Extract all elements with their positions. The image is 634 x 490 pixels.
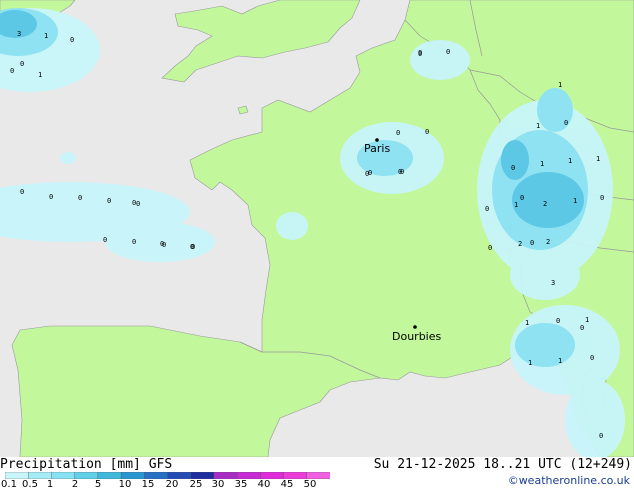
precip-value-label: 1 xyxy=(558,357,562,365)
precip-value-label: 0 xyxy=(78,194,82,202)
color-bar-segment xyxy=(74,472,99,479)
precip-value-label: 0 xyxy=(20,188,24,196)
credit-link[interactable]: ©weatheronline.co.uk xyxy=(508,474,630,487)
color-bar-tick: 45 xyxy=(280,479,294,490)
precip-value-label: 2 xyxy=(546,238,550,246)
precip-value-label: 1 xyxy=(536,122,540,130)
precip-value-label: 0 xyxy=(107,197,111,205)
color-bar-tick: 0.5 xyxy=(22,479,38,490)
color-bar-tick: 1 xyxy=(46,479,54,490)
color-bar-tick: 50 xyxy=(303,479,317,490)
color-bar-tick: 25 xyxy=(189,479,203,490)
color-bar xyxy=(5,472,330,479)
precip-value-label: 1 xyxy=(568,157,572,165)
precip-value-label: 1 xyxy=(540,160,544,168)
precip-value-label: 0 xyxy=(132,238,136,246)
city-label-dourbies: Dourbies xyxy=(392,330,442,343)
precip-value-label: 0 xyxy=(599,432,603,440)
color-bar-tick: 0.1 xyxy=(1,479,17,490)
color-bar-tick: 30 xyxy=(211,479,225,490)
precip-value-label: 0 xyxy=(418,49,422,57)
precip-value-label: 0 xyxy=(365,170,369,178)
precip-value-label: 0 xyxy=(530,239,534,247)
precip-value-label: 0 xyxy=(132,199,136,207)
precip-value-label: 2 xyxy=(543,200,547,208)
precip-value-label: 1 xyxy=(525,319,529,327)
color-bar-segment xyxy=(97,472,122,479)
color-bar-segment xyxy=(120,472,145,479)
precip-value-label: 0 xyxy=(488,244,492,252)
precip-value-label: 0 xyxy=(485,205,489,213)
precip-value-label: 0 xyxy=(446,48,450,56)
color-bar-tick: 35 xyxy=(234,479,248,490)
color-bar-tick: 10 xyxy=(118,479,132,490)
precip-value-label: 1 xyxy=(44,32,48,40)
precip-value-label: 0 xyxy=(10,67,14,75)
color-bar-segment xyxy=(283,472,308,479)
precip-value-label: 1 xyxy=(585,316,589,324)
precip-value-label: 0 xyxy=(20,60,24,68)
precip-value-label: 0 xyxy=(396,129,400,137)
color-bar-segment xyxy=(236,472,262,479)
precip-value-label: 0 xyxy=(511,164,515,172)
color-bar-segment xyxy=(5,472,29,479)
precip-value-label: 1 xyxy=(558,81,562,89)
city-label-paris: Paris xyxy=(364,142,390,155)
precip-value-label: 3 xyxy=(551,279,555,287)
run-info: Su 21-12-2025 18..21 UTC (12+249) xyxy=(373,457,632,472)
color-bar-segment xyxy=(306,472,330,479)
color-bar-segment xyxy=(190,472,215,479)
precip-value-label: 0 xyxy=(103,236,107,244)
precip-value-label: 0 xyxy=(160,240,164,248)
color-bar-ticks: 0.1 0.5 1 2 5 10 15 20 25 30 35 40 45 50 xyxy=(0,479,330,490)
precip-value-label: 0 xyxy=(520,194,524,202)
precip-value-label: 0 xyxy=(136,200,140,208)
color-bar-tick: 15 xyxy=(141,479,155,490)
precip-value-label: 1 xyxy=(573,197,577,205)
precip-value-label: 0 xyxy=(556,317,560,325)
precip-value-label: 0 xyxy=(564,119,568,127)
color-bar-segment xyxy=(51,472,76,479)
color-bar-segment xyxy=(167,472,192,479)
precip-value-label: 0 xyxy=(70,36,74,44)
precip-value-label: 1 xyxy=(38,71,42,79)
color-bar-segment xyxy=(28,472,53,479)
color-bar-tick: 5 xyxy=(94,479,102,490)
color-bar-tick: 20 xyxy=(165,479,179,490)
precip-value-label: 0 xyxy=(600,194,604,202)
precip-value-label: 2 xyxy=(518,240,522,248)
color-bar-segment xyxy=(260,472,285,479)
precip-value-label: 1 xyxy=(514,201,518,209)
precip-value-label: 0 xyxy=(580,324,584,332)
precip-value-label: 0 xyxy=(425,128,429,136)
color-bar-segment xyxy=(144,472,169,479)
city-marker-dourbies xyxy=(413,325,417,329)
map-title: Precipitation [mm] GFS xyxy=(0,457,173,472)
precip-value-label: 1 xyxy=(528,359,532,367)
precip-value-label: 0 xyxy=(190,243,194,251)
precip-value-label: 1 xyxy=(596,155,600,163)
footer: Precipitation [mm] GFS Su 21-12-2025 18.… xyxy=(0,457,634,490)
precip-value-label: 0 xyxy=(400,168,404,176)
precip-value-label: 0 xyxy=(49,193,53,201)
precip-value-label: 3 xyxy=(17,30,21,38)
color-bar-tick: 2 xyxy=(71,479,79,490)
color-bar-segment xyxy=(213,472,238,479)
color-bar-tick: 40 xyxy=(257,479,271,490)
weather-map: 3100100000000000000011001110121002231011… xyxy=(0,0,634,460)
precip-value-label: 0 xyxy=(590,354,594,362)
